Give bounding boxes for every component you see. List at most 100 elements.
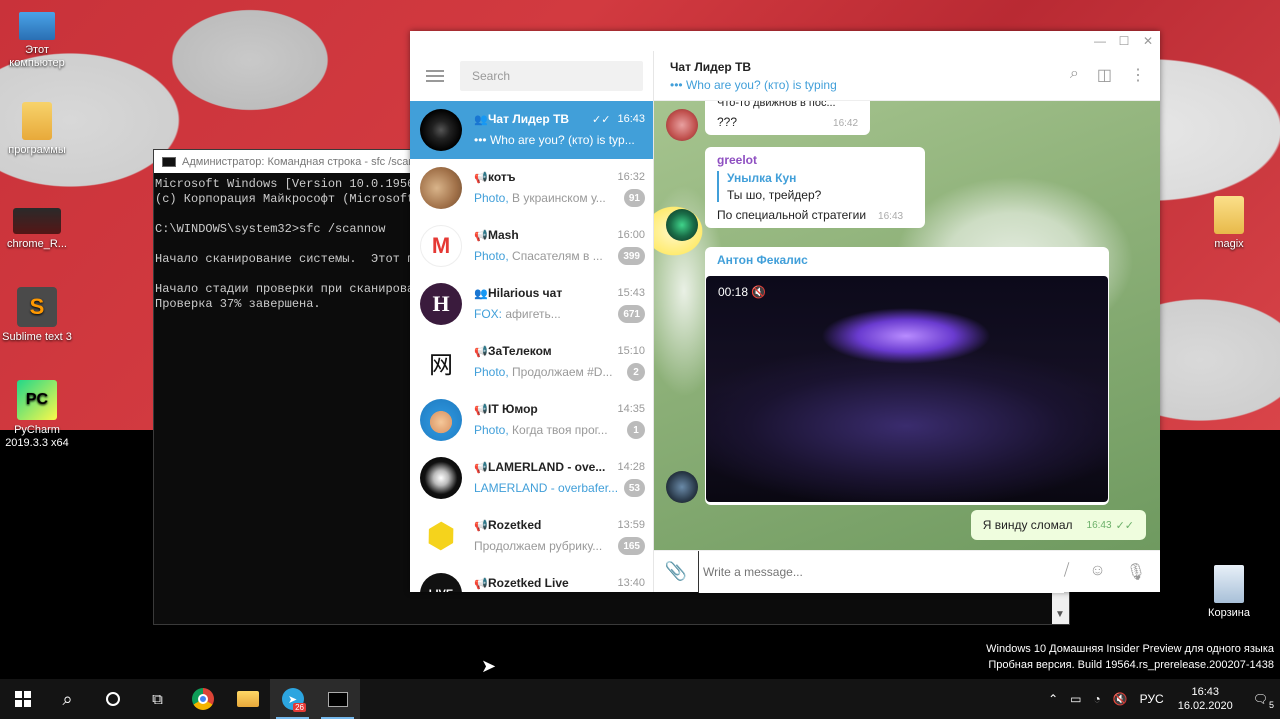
- taskbar-telegram[interactable]: ➤ 26: [270, 679, 315, 719]
- more-options-icon[interactable]: ⋮: [1130, 65, 1146, 85]
- folder-icon: [236, 691, 259, 707]
- video-player[interactable]: 00:18 🔇: [706, 276, 1108, 502]
- watermark-line: Пробная версия. Build 19564.rs_prereleas…: [988, 659, 1274, 671]
- desktop-icon-label: PyCharm 2019.3.3 x64: [5, 424, 69, 449]
- message-time: 16:42: [833, 118, 859, 129]
- task-view-button[interactable]: ⧉: [135, 679, 180, 719]
- scroll-down-arrow-icon[interactable]: ▼: [1055, 609, 1065, 620]
- chat-list-item[interactable]: 👥 Чат Лидер ТВ ✓✓ 16:43 ••• Who are you? (к…: [410, 101, 653, 159]
- chat-list-item[interactable]: 网 📢 ЗаТелеком 15:10 Photo, Продолжаем #D..…: [410, 333, 653, 391]
- message-bubble[interactable]: Что-то движнов в пос... ??? 16:42: [705, 101, 871, 135]
- battery-icon[interactable]: ▭: [1064, 692, 1087, 706]
- desktop-icon-label: программы: [8, 144, 66, 156]
- channel-megaphone-icon: 📢: [474, 171, 488, 184]
- channel-megaphone-icon: 📢: [474, 403, 488, 416]
- conversation-header[interactable]: Чат Лидер ТВ ••• Who are you? (кто) is t…: [654, 51, 1160, 101]
- chat-list-item[interactable]: LIVE 📢Rozetked Live 13:40: [410, 565, 653, 592]
- language-indicator[interactable]: РУС: [1134, 692, 1170, 706]
- cortana-button[interactable]: [90, 679, 135, 719]
- hamburger-menu-icon[interactable]: [426, 70, 444, 82]
- conversation-panel: Чат Лидер ТВ ••• Who are you? (кто) is t…: [654, 51, 1160, 593]
- close-icon[interactable]: ✕: [1136, 31, 1160, 51]
- chat-preview: ••• Who are you? (кто) is typ...: [474, 133, 635, 147]
- chat-preview-prefix: LAMERLAND - overbafer...: [474, 481, 619, 495]
- sidebar-toggle-icon[interactable]: ◫: [1097, 65, 1112, 85]
- desktop-icon-label: Корзина: [1208, 607, 1250, 619]
- chat-time: 16:00: [617, 229, 645, 241]
- chat-name: Rozetked: [488, 518, 542, 532]
- message-text: ???: [717, 115, 738, 129]
- telegram-titlebar[interactable]: — ☐ ✕: [410, 31, 1160, 51]
- chat-list-item[interactable]: 📢 IT Юмор 14:35 Photo, Когда твоя прог... 1: [410, 391, 653, 449]
- telegram-window: — ☐ ✕ Search 👥 Чат Лидер ТВ ✓✓ 16:43 ••• Wh…: [410, 31, 1160, 593]
- message-input[interactable]: [698, 550, 1064, 593]
- message-area[interactable]: Что-то движнов в пос... ??? 16:42 greelot…: [654, 101, 1160, 550]
- search-icon[interactable]: ⌕: [1070, 65, 1079, 85]
- chat-time: 16:43: [617, 113, 645, 125]
- desktop-icon-pycharm[interactable]: PC PyCharm 2019.3.3 x64: [0, 380, 74, 450]
- notification-center-button[interactable]: 🗨 5: [1241, 692, 1280, 710]
- image-file-icon: [13, 208, 61, 234]
- minimize-icon[interactable]: —: [1088, 31, 1112, 51]
- chat-list-item[interactable]: 📢 LAMERLAND - ove... 14:28 LAMERLAND - ove…: [410, 449, 653, 507]
- chat-list-item[interactable]: 📢 котъ 16:32 Photo, В украинском у... 91: [410, 159, 653, 217]
- message-text: По специальной стратегии: [717, 208, 867, 222]
- chat-preview: Когда твоя прог...: [508, 423, 608, 437]
- message-bubble[interactable]: greelot Унылка Кун Ты шо, трейдер? По сп…: [705, 147, 925, 228]
- search-input[interactable]: Search: [460, 61, 643, 91]
- chat-time: 14:35: [617, 403, 645, 415]
- reply-quote[interactable]: Унылка Кун Ты шо, трейдер?: [717, 171, 913, 202]
- chat-preview-prefix: Photo,: [474, 191, 509, 205]
- clock[interactable]: 16:43 16.02.2020: [1170, 685, 1241, 713]
- taskbar-chrome[interactable]: [180, 679, 225, 719]
- maximize-icon[interactable]: ☐: [1112, 31, 1136, 51]
- double-check-icon: ✓✓: [592, 113, 611, 126]
- channel-megaphone-icon: 📢: [474, 345, 488, 358]
- outgoing-message-bubble[interactable]: Я винду сломал 16:43 ✓✓: [970, 510, 1146, 540]
- chat-list-header: Search: [410, 51, 653, 101]
- windows-watermark: Windows 10 Домашняя Insider Preview для …: [986, 641, 1274, 673]
- chat-list-item[interactable]: H 👥 Hilarious чат 15:43 FOX: афигеть... 671: [410, 275, 653, 333]
- telegram-unread-badge: 26: [293, 703, 306, 712]
- folder-icon: [22, 102, 52, 140]
- group-icon: 👥: [474, 113, 488, 126]
- desktop-icon-programs[interactable]: программы: [0, 102, 74, 157]
- chat-time: 16:32: [617, 171, 645, 183]
- folder-icon: [1214, 196, 1244, 234]
- taskbar-explorer[interactable]: [225, 679, 270, 719]
- chat-list-item[interactable]: 📢 Rozetked 13:59 Продолжаем рубрику... 165: [410, 507, 653, 565]
- avatar: [666, 209, 698, 241]
- cmd-title-text: Администратор: Командная строка - sfc /s…: [182, 155, 435, 168]
- avatar: [420, 109, 462, 151]
- desktop-icon-this-pc[interactable]: Этот компьютер: [0, 8, 74, 70]
- network-icon[interactable]: ◔: [1087, 692, 1106, 706]
- search-button[interactable]: ⌕: [45, 679, 90, 719]
- emoji-icon[interactable]: ☺: [1089, 562, 1105, 582]
- chevron-up-icon[interactable]: ⌃: [1042, 692, 1064, 706]
- avatar: LIVE: [420, 573, 462, 592]
- chat-list-item[interactable]: M 📢 Mash 16:00 Photo, Спасателям в ... 399: [410, 217, 653, 275]
- start-button[interactable]: [0, 679, 45, 719]
- windows-logo-icon: [14, 691, 31, 707]
- cmd-icon: [162, 156, 176, 167]
- bot-command-icon[interactable]: ⧸: [1064, 562, 1069, 582]
- desktop-icon-sublime[interactable]: S Sublime text 3: [0, 287, 74, 344]
- unread-badge: 165: [618, 537, 645, 555]
- volume-muted-icon[interactable]: 🔇: [1107, 692, 1134, 706]
- message-text-partial: Что-то движнов в пос...: [717, 101, 836, 109]
- desktop-icon-recycle-bin[interactable]: Корзина: [1192, 565, 1266, 620]
- header-actions: ⌕ ◫ ⋮: [1070, 65, 1146, 85]
- unread-badge: 2: [627, 363, 645, 381]
- chat-time: 13:40: [617, 577, 645, 589]
- desktop-icon-chrome-r[interactable]: chrome_R...: [0, 208, 74, 251]
- clock-time: 16:43: [1191, 686, 1219, 698]
- unread-badge: 1: [627, 421, 645, 439]
- taskbar-cmd[interactable]: [315, 679, 360, 719]
- chat-preview: Продолжаем рубрику...: [474, 539, 603, 553]
- desktop-icon-magix[interactable]: magix: [1192, 196, 1266, 251]
- muted-speaker-icon[interactable]: 🔇: [751, 285, 766, 299]
- chat-list-panel: Search 👥 Чат Лидер ТВ ✓✓ 16:43 ••• Who are …: [410, 51, 654, 592]
- microphone-icon[interactable]: 🎙: [1126, 562, 1146, 582]
- group-icon: 👥: [474, 287, 488, 300]
- paperclip-icon[interactable]: 📎: [654, 561, 698, 582]
